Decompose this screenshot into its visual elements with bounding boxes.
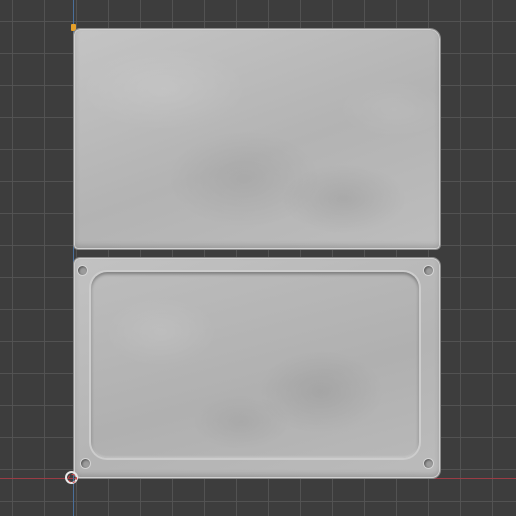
bottom-plate-inset — [91, 272, 419, 458]
3d-cursor-icon[interactable] — [65, 471, 78, 484]
bottom-plate-mesh[interactable] — [74, 258, 440, 478]
top-plate-mesh[interactable] — [74, 29, 440, 249]
screw-hole-bottom-right — [424, 459, 433, 468]
3d-viewport[interactable] — [0, 0, 516, 516]
screw-hole-top-right — [424, 266, 433, 275]
screw-hole-top-left — [78, 266, 87, 275]
screw-hole-bottom-left — [81, 459, 90, 468]
